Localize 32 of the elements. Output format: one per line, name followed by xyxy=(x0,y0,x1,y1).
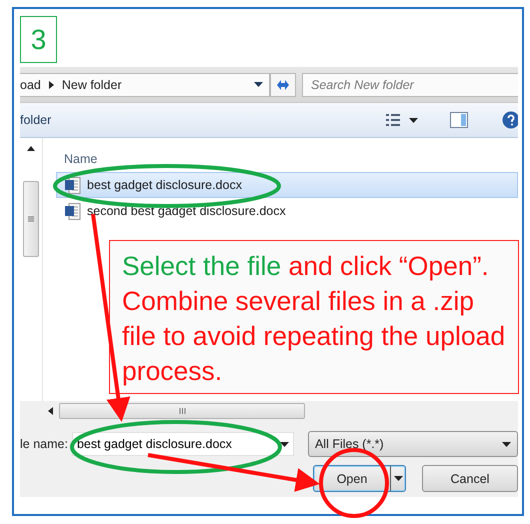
breadcrumb[interactable]: New folder xyxy=(62,78,122,92)
dropdown-caret-icon[interactable] xyxy=(254,82,263,87)
document-icon xyxy=(65,202,81,220)
dropdown-caret-icon xyxy=(280,442,289,446)
file-row[interactable]: best gadget disclosure.docx xyxy=(56,172,518,198)
help-icon xyxy=(502,111,518,129)
scrollbar-thumb[interactable] xyxy=(23,181,39,257)
caret-icon xyxy=(409,118,418,122)
scroll-left-icon[interactable] xyxy=(48,407,53,415)
file-name-label: le name: xyxy=(20,437,68,451)
search-field[interactable]: Search New folder xyxy=(302,72,518,96)
dropdown-caret-icon xyxy=(394,476,402,481)
scrollbar-thumb[interactable] xyxy=(59,403,305,419)
cancel-button[interactable]: Cancel xyxy=(422,465,518,492)
file-type-dropdown[interactable]: All Files (*.*) xyxy=(308,431,518,457)
chevron-icon xyxy=(48,80,54,88)
list-view-icon xyxy=(385,113,401,127)
caret-icon xyxy=(502,442,511,446)
file-name-field[interactable]: best gadget disclosure.docx xyxy=(72,432,294,456)
instruction-callout: Select the file and click “Open”. Combine several files in a .zip file to avoid repeating the upload process. xyxy=(109,240,519,394)
scroll-up-icon[interactable] xyxy=(27,146,35,151)
grip-icon xyxy=(178,408,186,414)
name-column-header[interactable]: Name xyxy=(43,146,518,172)
file-row[interactable]: second best gadget disclosure.docx xyxy=(56,198,518,224)
step-number: 3 xyxy=(20,16,57,63)
grip-icon xyxy=(28,216,34,222)
address-bar[interactable]: oad New folder xyxy=(20,72,270,96)
refresh-button[interactable] xyxy=(270,72,296,96)
document-icon xyxy=(65,176,81,194)
open-button[interactable]: Open xyxy=(313,465,406,492)
pane-icon xyxy=(450,112,468,128)
breadcrumb[interactable]: oad xyxy=(20,78,41,92)
